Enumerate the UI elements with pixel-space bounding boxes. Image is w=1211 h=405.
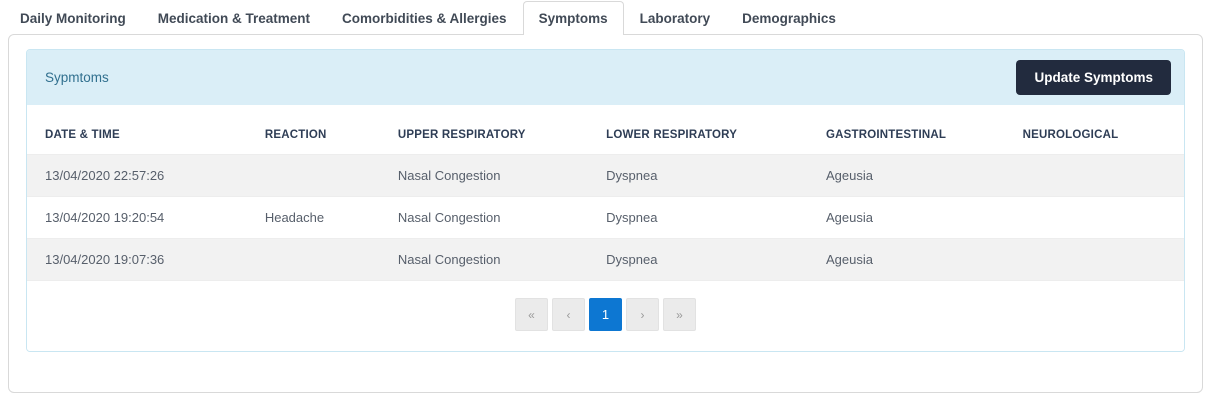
cell-lower-respiratory: Dyspnea bbox=[606, 168, 658, 183]
table-row: 13/04/2020 22:57:26 Nasal Congestion Dys… bbox=[27, 154, 1184, 197]
cell-lower-respiratory: Dyspnea bbox=[606, 210, 658, 225]
cell-reaction bbox=[247, 155, 380, 197]
tab-comorbidities-allergies[interactable]: Comorbidities & Allergies bbox=[326, 1, 523, 34]
tab-symptoms[interactable]: Symptoms bbox=[522, 1, 624, 35]
cell-reaction bbox=[247, 239, 380, 281]
cell-upper-respiratory: Nasal Congestion bbox=[397, 210, 501, 225]
symptoms-panel-body: DATE & TIME REACTION UPPER RESPIRATORY L… bbox=[27, 105, 1184, 351]
cell-neurological bbox=[1005, 155, 1184, 197]
cell-neurological bbox=[1005, 197, 1184, 239]
cell-date-time: 13/04/2020 22:57:26 bbox=[45, 168, 165, 183]
tab-demographics[interactable]: Demographics bbox=[726, 1, 852, 34]
pagination-next-button[interactable]: › bbox=[626, 298, 659, 331]
table-header-row: DATE & TIME REACTION UPPER RESPIRATORY L… bbox=[27, 117, 1184, 155]
update-symptoms-button[interactable]: Update Symptoms bbox=[1016, 60, 1171, 95]
cell-lower-respiratory: Dyspnea bbox=[606, 252, 658, 267]
cell-neurological bbox=[1005, 239, 1184, 281]
symptoms-table: DATE & TIME REACTION UPPER RESPIRATORY L… bbox=[27, 117, 1184, 281]
cell-date-time: 13/04/2020 19:20:54 bbox=[45, 210, 165, 225]
column-header-date-time: DATE & TIME bbox=[45, 129, 120, 141]
tab-daily-monitoring[interactable]: Daily Monitoring bbox=[4, 1, 142, 34]
pagination-page-1-button[interactable]: 1 bbox=[589, 298, 622, 331]
symptoms-panel: Sypmtoms Update Symptoms DATE & TIME REA… bbox=[26, 49, 1185, 352]
column-header-reaction: REACTION bbox=[264, 129, 327, 141]
cell-upper-respiratory: Nasal Congestion bbox=[397, 168, 501, 183]
pagination: « ‹ 1 › » bbox=[27, 298, 1184, 331]
column-header-gastrointestinal: GASTROINTESTINAL bbox=[825, 129, 947, 141]
cell-upper-respiratory: Nasal Congestion bbox=[397, 252, 501, 267]
cell-gastrointestinal: Ageusia bbox=[825, 252, 873, 267]
table-row: 13/04/2020 19:07:36 Nasal Congestion Dys… bbox=[27, 238, 1184, 281]
pagination-last-button[interactable]: » bbox=[663, 298, 696, 331]
content-card: Sypmtoms Update Symptoms DATE & TIME REA… bbox=[8, 34, 1203, 393]
cell-gastrointestinal: Ageusia bbox=[825, 168, 873, 183]
cell-gastrointestinal: Ageusia bbox=[825, 210, 873, 225]
column-header-upper-respiratory: UPPER RESPIRATORY bbox=[397, 129, 526, 141]
table-row: 13/04/2020 19:20:54 Headache Nasal Conge… bbox=[27, 196, 1184, 239]
panel-title: Sypmtoms bbox=[45, 70, 109, 85]
tab-laboratory[interactable]: Laboratory bbox=[624, 1, 727, 34]
pagination-prev-button[interactable]: ‹ bbox=[552, 298, 585, 331]
pagination-first-button[interactable]: « bbox=[515, 298, 548, 331]
column-header-neurological: NEUROLOGICAL bbox=[1022, 129, 1119, 141]
column-header-lower-respiratory: LOWER RESPIRATORY bbox=[606, 129, 738, 141]
tab-bar: Daily Monitoring Medication & Treatment … bbox=[0, 0, 1211, 35]
cell-reaction: Headache bbox=[264, 210, 325, 225]
tab-medication-treatment[interactable]: Medication & Treatment bbox=[142, 1, 326, 34]
cell-date-time: 13/04/2020 19:07:36 bbox=[45, 252, 165, 267]
symptoms-panel-heading: Sypmtoms Update Symptoms bbox=[27, 50, 1184, 105]
